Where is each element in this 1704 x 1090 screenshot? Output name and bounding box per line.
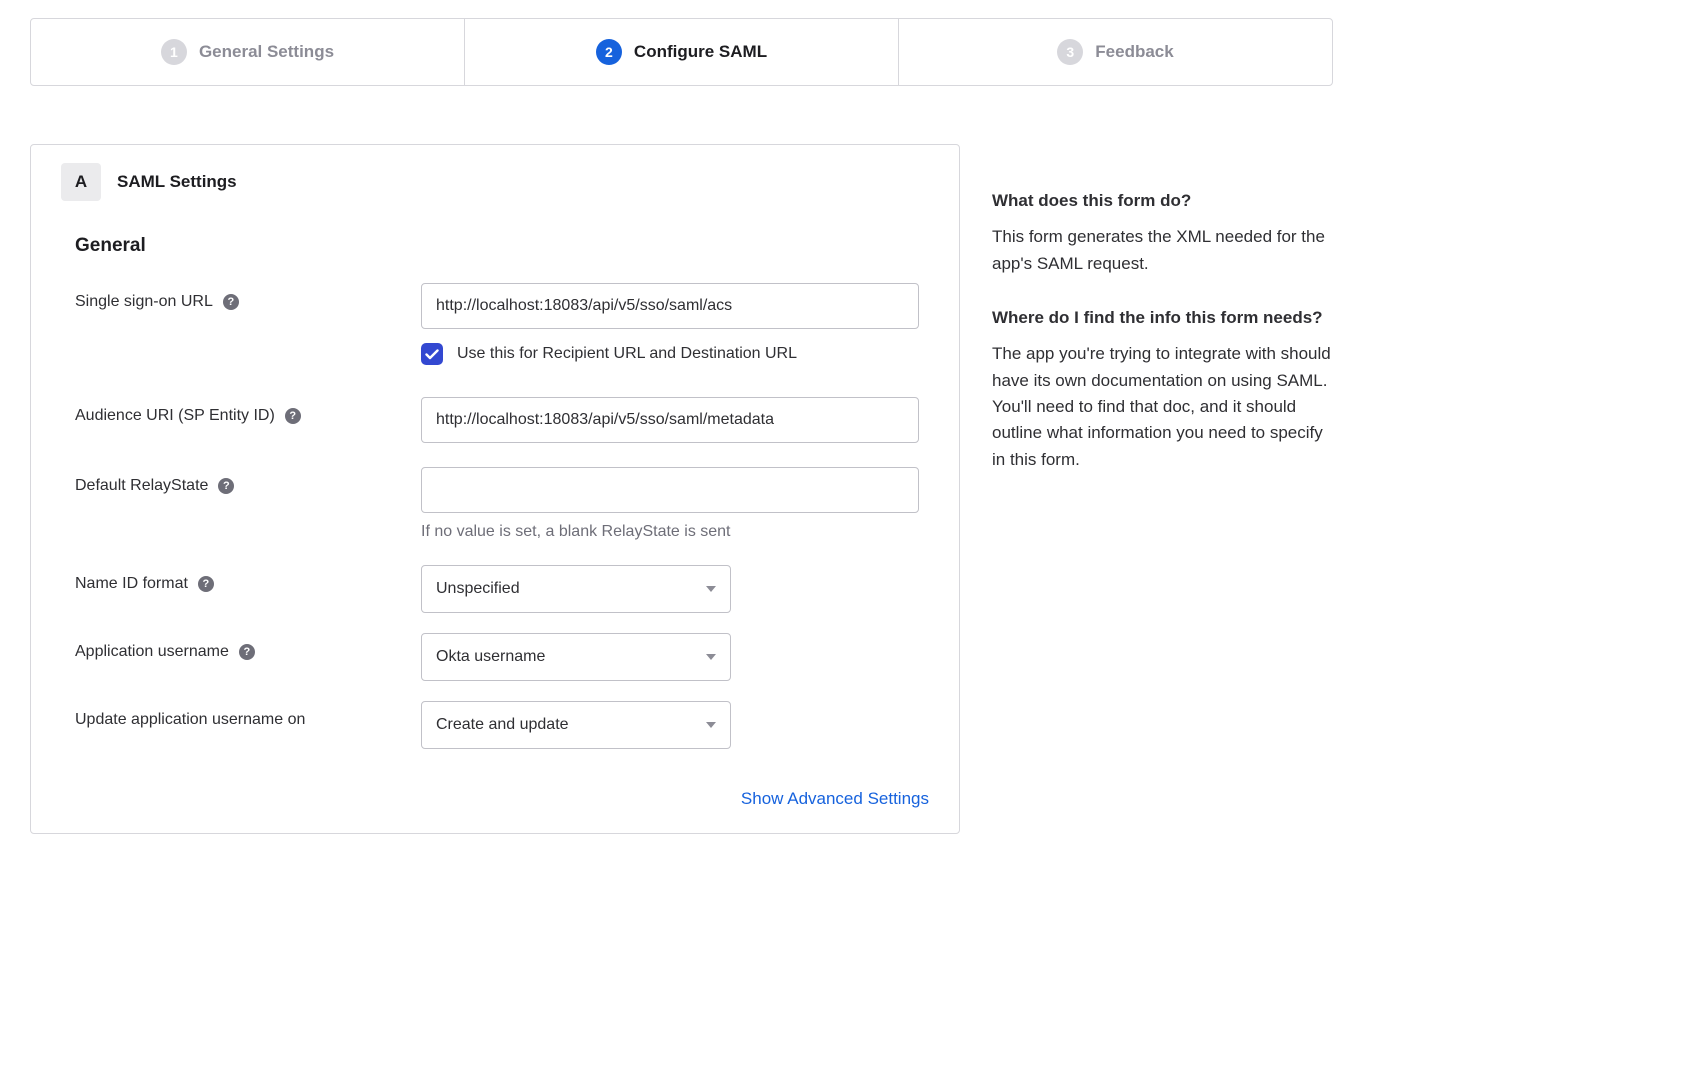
select-value: Okta username: [436, 648, 545, 666]
sidebar-q1-title: What does this form do?: [992, 188, 1333, 214]
step-label: Configure SAML: [634, 42, 767, 62]
label-relaystate: Default RelayState: [75, 477, 208, 495]
use-for-recipient-checkbox[interactable]: [421, 343, 443, 365]
select-value: Create and update: [436, 716, 569, 734]
check-icon: [425, 349, 439, 360]
sso-url-input[interactable]: [421, 283, 919, 329]
label-audience-uri: Audience URI (SP Entity ID): [75, 407, 275, 425]
help-icon[interactable]: ?: [239, 644, 255, 660]
help-sidebar: What does this form do? This form genera…: [992, 144, 1333, 501]
step-number: 2: [596, 39, 622, 65]
show-advanced-settings-link[interactable]: Show Advanced Settings: [741, 789, 929, 808]
step-configure-saml[interactable]: 2 Configure SAML: [465, 19, 899, 85]
sidebar-q2-title: Where do I find the info this form needs…: [992, 305, 1333, 331]
label-nameid-format: Name ID format: [75, 575, 188, 593]
chevron-down-icon: [706, 586, 716, 592]
step-number: 3: [1057, 39, 1083, 65]
step-general-settings[interactable]: 1 General Settings: [31, 19, 465, 85]
subheading-general: General: [75, 235, 929, 257]
sidebar-q1-body: This form generates the XML needed for t…: [992, 224, 1333, 277]
chevron-down-icon: [706, 654, 716, 660]
panel-title: SAML Settings: [117, 172, 237, 192]
wizard-stepper: 1 General Settings 2 Configure SAML 3 Fe…: [30, 18, 1333, 86]
step-label: Feedback: [1095, 42, 1173, 62]
section-badge: A: [61, 163, 101, 201]
label-update-username-on: Update application username on: [75, 711, 305, 729]
checkbox-label: Use this for Recipient URL and Destinati…: [457, 345, 797, 363]
label-sso-url: Single sign-on URL: [75, 293, 213, 311]
relaystate-input[interactable]: [421, 467, 919, 513]
step-label: General Settings: [199, 42, 334, 62]
audience-uri-input[interactable]: [421, 397, 919, 443]
relaystate-hint: If no value is set, a blank RelayState i…: [421, 523, 929, 541]
update-username-select[interactable]: Create and update: [421, 701, 731, 749]
sidebar-q2-body: The app you're trying to integrate with …: [992, 341, 1333, 473]
help-icon[interactable]: ?: [223, 294, 239, 310]
step-feedback[interactable]: 3 Feedback: [899, 19, 1332, 85]
advanced-settings-container: Show Advanced Settings: [75, 789, 929, 809]
app-username-select[interactable]: Okta username: [421, 633, 731, 681]
help-icon[interactable]: ?: [198, 576, 214, 592]
nameid-format-select[interactable]: Unspecified: [421, 565, 731, 613]
step-number: 1: [161, 39, 187, 65]
help-icon[interactable]: ?: [285, 408, 301, 424]
help-icon[interactable]: ?: [218, 478, 234, 494]
saml-settings-panel: A SAML Settings General Single sign-on U…: [30, 144, 960, 834]
label-app-username: Application username: [75, 643, 229, 661]
chevron-down-icon: [706, 722, 716, 728]
select-value: Unspecified: [436, 580, 520, 598]
